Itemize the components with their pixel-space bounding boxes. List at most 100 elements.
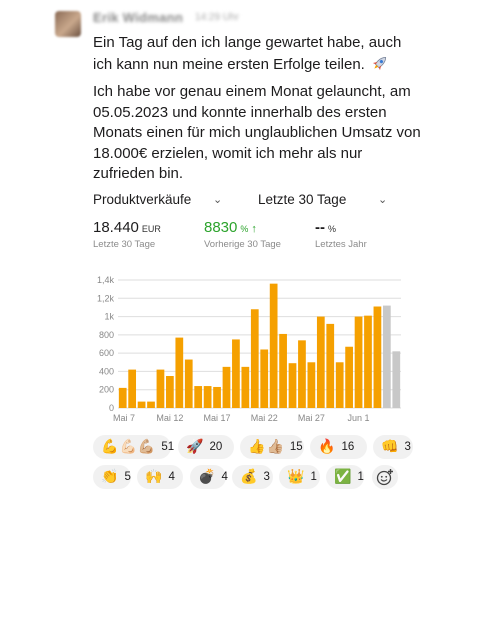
reaction-pill[interactable]: 🙌 4 (137, 465, 183, 489)
y-tick-label: 200 (99, 385, 114, 395)
x-tick-label: Mai 12 (156, 413, 183, 423)
bar[interactable] (250, 309, 259, 408)
stat-last-year-unit: % (328, 224, 337, 234)
reaction-count: 15 (289, 441, 303, 453)
bar[interactable] (364, 315, 372, 408)
bar[interactable] (128, 369, 137, 408)
comparison-bar[interactable] (382, 305, 391, 408)
reaction-count: 16 (341, 441, 355, 453)
reaction-emoji: 🙌 (145, 469, 163, 485)
bar[interactable] (213, 386, 221, 408)
reaction-count: 1 (357, 471, 364, 483)
author-name[interactable]: Erik Widmann (93, 10, 183, 25)
message-text-1: Ein Tag auf den ich lange gewartet habe,… (93, 34, 402, 73)
reaction-emoji: 💪💪🏻💪🏼 (101, 439, 156, 455)
add-reaction-icon (376, 469, 393, 486)
stat-current-label: Letzte 30 Tage (93, 239, 156, 250)
reaction-count: 4 (168, 471, 175, 483)
comparison-bar[interactable] (392, 351, 401, 408)
reaction-count: 4 (221, 471, 228, 483)
reaction-count: 1 (310, 471, 317, 483)
x-tick-label: Jun 1 (348, 413, 370, 423)
bar[interactable] (354, 316, 363, 408)
reaction-emoji: 💰 (240, 469, 258, 485)
bar[interactable] (345, 346, 353, 408)
y-tick-label: 800 (99, 330, 114, 340)
y-tick-label: 1,4k (97, 275, 115, 285)
sales-bar-chart: 0 200 400 600 800 1k 1,2k 1,4k Mai 7 Mai 12 Mai 17… (97, 275, 401, 423)
y-tick-label: 600 (99, 348, 114, 358)
bar[interactable] (203, 386, 212, 408)
reaction-pill[interactable]: 💰 3 (232, 465, 273, 489)
reaction-pill[interactable]: 💣 4 (190, 465, 228, 489)
x-tick-label: Mai 27 (298, 413, 325, 423)
rocket-icon (372, 56, 387, 70)
reaction-emoji: 👊 (381, 439, 399, 455)
reaction-pill[interactable]: 👍👍🏼 15 (240, 435, 304, 459)
reaction-emoji: 🚀 (186, 439, 204, 455)
reaction-pill[interactable]: 🚀 20 (178, 435, 234, 459)
stat-last-year-label: Letztes Jahr (315, 239, 367, 250)
bar[interactable] (288, 363, 297, 408)
stat-last-year: --% Letztes Jahr (315, 219, 367, 250)
range-dropdown[interactable]: Letzte 30 Tage ⌄ (258, 192, 388, 207)
reaction-pill[interactable]: 👑 1 (279, 465, 320, 489)
y-tick-label: 0 (109, 403, 114, 413)
bar[interactable] (316, 316, 325, 408)
x-tick-label: Mai 7 (113, 413, 135, 423)
range-dropdown-label: Letzte 30 Tage (258, 192, 347, 207)
reaction-pill[interactable]: ✅ 1 (326, 465, 364, 489)
stat-previous: 8830% ↑ Vorherige 30 Tage (204, 219, 281, 250)
reaction-count: 3 (404, 441, 411, 453)
stat-last-year-value: -- (315, 219, 325, 236)
bar[interactable] (260, 349, 269, 408)
bar[interactable] (184, 359, 193, 408)
stat-previous-value: 8830 (204, 219, 238, 236)
stat-previous-label: Vorherige 30 Tage (204, 239, 281, 250)
bar[interactable] (326, 323, 335, 408)
metric-dropdown[interactable]: Produktverkäufe ⌄ (93, 192, 223, 207)
reaction-count: 20 (209, 441, 223, 453)
bar[interactable] (222, 366, 231, 408)
reaction-count: 5 (124, 471, 131, 483)
reaction-pill[interactable]: 👊 3 (373, 435, 413, 459)
y-tick-label: 400 (99, 366, 114, 376)
x-tick-label: Mai 22 (251, 413, 278, 423)
stat-current-unit: EUR (141, 224, 161, 234)
bar[interactable] (118, 387, 127, 408)
reaction-pill[interactable]: 🔥 16 (310, 435, 367, 459)
metric-dropdown-label: Produktverkäufe (93, 192, 192, 207)
bar[interactable] (175, 337, 184, 408)
message-paragraph-1: Ein Tag auf den ich lange gewartet habe,… (93, 33, 423, 75)
bar[interactable] (232, 339, 240, 408)
chevron-down-icon: ⌄ (213, 194, 223, 206)
bar[interactable] (373, 306, 382, 408)
add-reaction-button[interactable] (372, 465, 398, 489)
reaction-emoji: 👏 (101, 469, 119, 485)
bar[interactable] (156, 369, 165, 408)
reaction-emoji: 🔥 (318, 439, 336, 455)
bar[interactable] (335, 362, 344, 408)
bar[interactable] (194, 386, 203, 408)
bar[interactable] (166, 376, 174, 408)
bar[interactable] (269, 283, 278, 408)
y-tick-label: 1k (104, 312, 114, 322)
bar[interactable] (147, 401, 155, 408)
stat-current: 18.440 EUR Letzte 30 Tage (93, 219, 161, 250)
stat-previous-unit: % (240, 224, 249, 234)
reaction-pill[interactable]: 👏 5 (93, 465, 131, 489)
reaction-emoji: 👍👍🏼 (248, 439, 284, 455)
bar[interactable] (307, 362, 316, 408)
bar[interactable] (137, 401, 146, 408)
reaction-emoji: ✅ (334, 469, 352, 485)
bar[interactable] (241, 366, 250, 408)
bar[interactable] (298, 340, 306, 408)
bar[interactable] (279, 333, 287, 408)
reaction-count: 51 (161, 441, 175, 453)
arrow-up-icon: ↑ (251, 223, 257, 235)
author-avatar[interactable] (55, 11, 81, 37)
stat-current-value: 18.440 (93, 219, 139, 236)
message-timestamp[interactable]: 14:29 Uhr (195, 12, 239, 23)
reaction-pill[interactable]: 💪💪🏻💪🏼 51 (93, 435, 175, 459)
chevron-down-icon: ⌄ (378, 194, 388, 206)
